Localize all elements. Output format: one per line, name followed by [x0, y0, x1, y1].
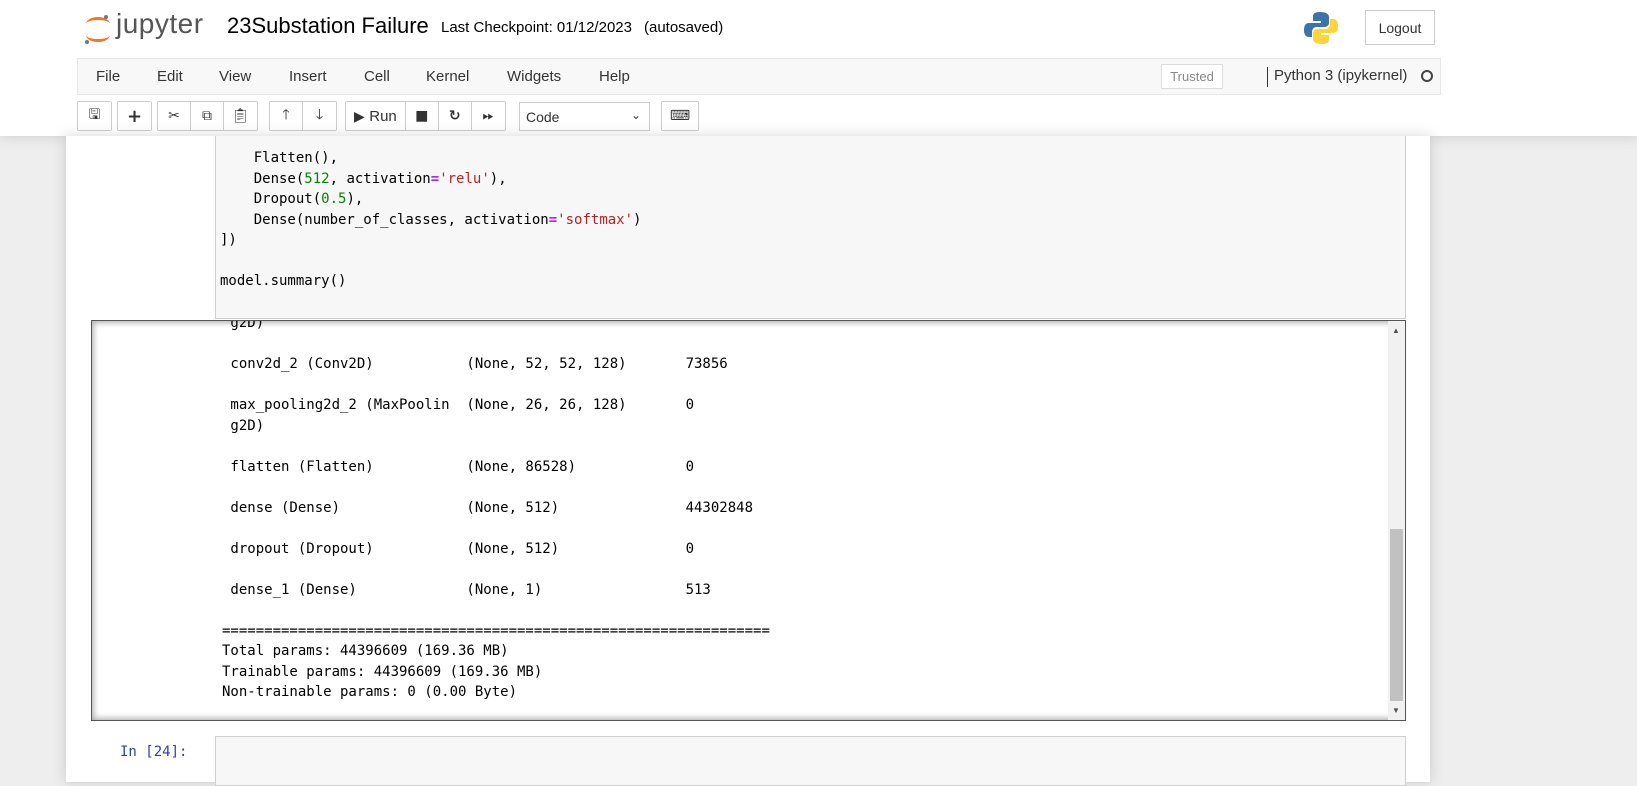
- output-line: g2D): [222, 320, 265, 331]
- fast-forward-icon[interactable]: ⏩︎: [471, 102, 505, 130]
- toolbar-group-save: 🖫: [77, 101, 112, 131]
- toolbar-group-move: 🡑 🡓: [269, 101, 337, 131]
- kernel-name[interactable]: Python 3 (ipykernel): [1267, 67, 1407, 87]
- output-line: Trainable params: 44396609 (169.36 MB): [222, 663, 543, 680]
- output-line: ========================================…: [222, 622, 770, 639]
- menu-widgets[interactable]: Widgets: [507, 68, 561, 85]
- output-line: ________________________________________…: [222, 704, 770, 721]
- output-line: Total params: 44396609 (169.36 MB): [222, 643, 509, 659]
- code-token: Dense(number_of_classes, activation: [220, 211, 549, 228]
- output-text: g2D) conv2d_2 (Conv2D) (None, 52, 52, 12…: [222, 320, 770, 721]
- cut-icon[interactable]: ✂: [158, 102, 191, 130]
- code-token: ): [633, 211, 642, 228]
- code-token: 512: [304, 170, 330, 187]
- next-code-cell[interactable]: [215, 736, 1406, 786]
- notebook-title[interactable]: 23Substation Failure: [227, 13, 429, 39]
- plus-icon[interactable]: +: [118, 102, 151, 130]
- code-token: Flatten(),: [220, 150, 339, 166]
- kernel-idle-icon: [1421, 70, 1433, 82]
- menu-view[interactable]: View: [219, 68, 251, 85]
- code-line: ]): [220, 230, 641, 251]
- checkpoint-status: Last Checkpoint: 01/12/2023 (autosaved): [441, 19, 724, 36]
- output-line: flatten (Flatten) (None, 86528) 0: [222, 458, 695, 475]
- code-token: 'relu': [439, 170, 490, 187]
- menubar: File Edit View Insert Cell Kernel Widget…: [77, 58, 1441, 95]
- code-token: =: [548, 211, 558, 228]
- toolbar-group-keyboard: ⌨: [661, 101, 699, 131]
- header: jupyter 23Substation Failure Last Checkp…: [0, 0, 1637, 136]
- logout-button[interactable]: Logout: [1365, 10, 1435, 45]
- scroll-up-icon[interactable]: ▲: [1392, 326, 1400, 335]
- code-token: ]): [220, 232, 237, 248]
- menu-kernel[interactable]: Kernel: [426, 68, 469, 85]
- toolbar-group-edit: ✂ ⧉ 📋︎: [157, 101, 258, 131]
- output-line: max_pooling2d_2 (MaxPoolin (None, 26, 26…: [222, 397, 695, 413]
- code-token: Dropout(: [220, 191, 322, 207]
- save-icon[interactable]: 🖫: [78, 102, 111, 130]
- restart-icon[interactable]: ↻: [438, 102, 472, 130]
- code-line: Flatten(),: [220, 148, 641, 169]
- arrow-down-icon[interactable]: 🡓: [303, 102, 336, 130]
- output-line: conv2d_2 (Conv2D) (None, 52, 52, 128) 73…: [222, 356, 728, 372]
- code-token: , activation: [329, 170, 431, 187]
- code-editor[interactable]: Flatten(), Dense(512, activation='relu')…: [220, 148, 641, 292]
- code-token: Dense(: [220, 170, 305, 187]
- scroll-down-icon[interactable]: ▼: [1392, 706, 1400, 715]
- code-token: 0.5: [321, 191, 347, 207]
- code-token: ),: [489, 170, 507, 187]
- arrow-up-icon[interactable]: 🡑: [270, 102, 303, 130]
- output-line: dense (Dense) (None, 512) 44302848: [222, 499, 754, 516]
- paste-icon[interactable]: 📋︎: [224, 102, 257, 130]
- cell-output-scrolled[interactable]: g2D) conv2d_2 (Conv2D) (None, 52, 52, 12…: [91, 320, 1406, 721]
- menu-edit[interactable]: Edit: [157, 68, 183, 85]
- output-line: dropout (Dropout) (None, 512) 0: [222, 540, 695, 557]
- menu-file[interactable]: File: [96, 68, 120, 85]
- logo-text: jupyter: [116, 8, 204, 39]
- next-cell-prompt: In [24]:: [120, 744, 188, 760]
- code-line: model.summary(): [220, 271, 641, 292]
- run-button[interactable]: ▶ Run: [346, 102, 406, 130]
- run-label: Run: [369, 107, 397, 125]
- chevron-down-icon: ⌄: [630, 108, 641, 122]
- play-icon: ▶: [354, 108, 365, 125]
- python-icon: [1304, 12, 1338, 44]
- cell-type-select[interactable]: Code ⌄: [519, 102, 650, 131]
- code-token: 'softmax': [557, 211, 634, 228]
- scrollbar-thumb[interactable]: [1390, 529, 1403, 701]
- code-token: ),: [346, 191, 364, 207]
- menu-insert[interactable]: Insert: [289, 68, 327, 85]
- code-line: Dropout(0.5),: [220, 189, 641, 210]
- output-line: g2D): [222, 417, 265, 434]
- output-line: dense_1 (Dense) (None, 1) 513: [222, 581, 711, 598]
- toolbar-group-run: ▶ Run ■ ↻ ⏩︎: [345, 101, 506, 131]
- code-line: Dense(512, activation='relu'),: [220, 169, 641, 190]
- code-token: =: [430, 170, 440, 187]
- code-token: model.summary(): [220, 273, 347, 289]
- menu-help[interactable]: Help: [599, 68, 630, 85]
- output-scrollbar[interactable]: ▲ ▼: [1388, 321, 1405, 720]
- copy-icon[interactable]: ⧉: [191, 102, 224, 130]
- stop-icon[interactable]: ■: [405, 102, 439, 130]
- cell-type-value: Code: [526, 109, 560, 125]
- toolbar-group-insert: +: [117, 101, 152, 131]
- menu-cell[interactable]: Cell: [364, 68, 390, 85]
- trusted-indicator[interactable]: Trusted: [1161, 64, 1223, 89]
- output-line: Non-trainable params: 0 (0.00 Byte): [222, 684, 518, 700]
- keyboard-icon[interactable]: ⌨: [662, 102, 698, 130]
- code-line: Dense(number_of_classes, activation='sof…: [220, 210, 642, 231]
